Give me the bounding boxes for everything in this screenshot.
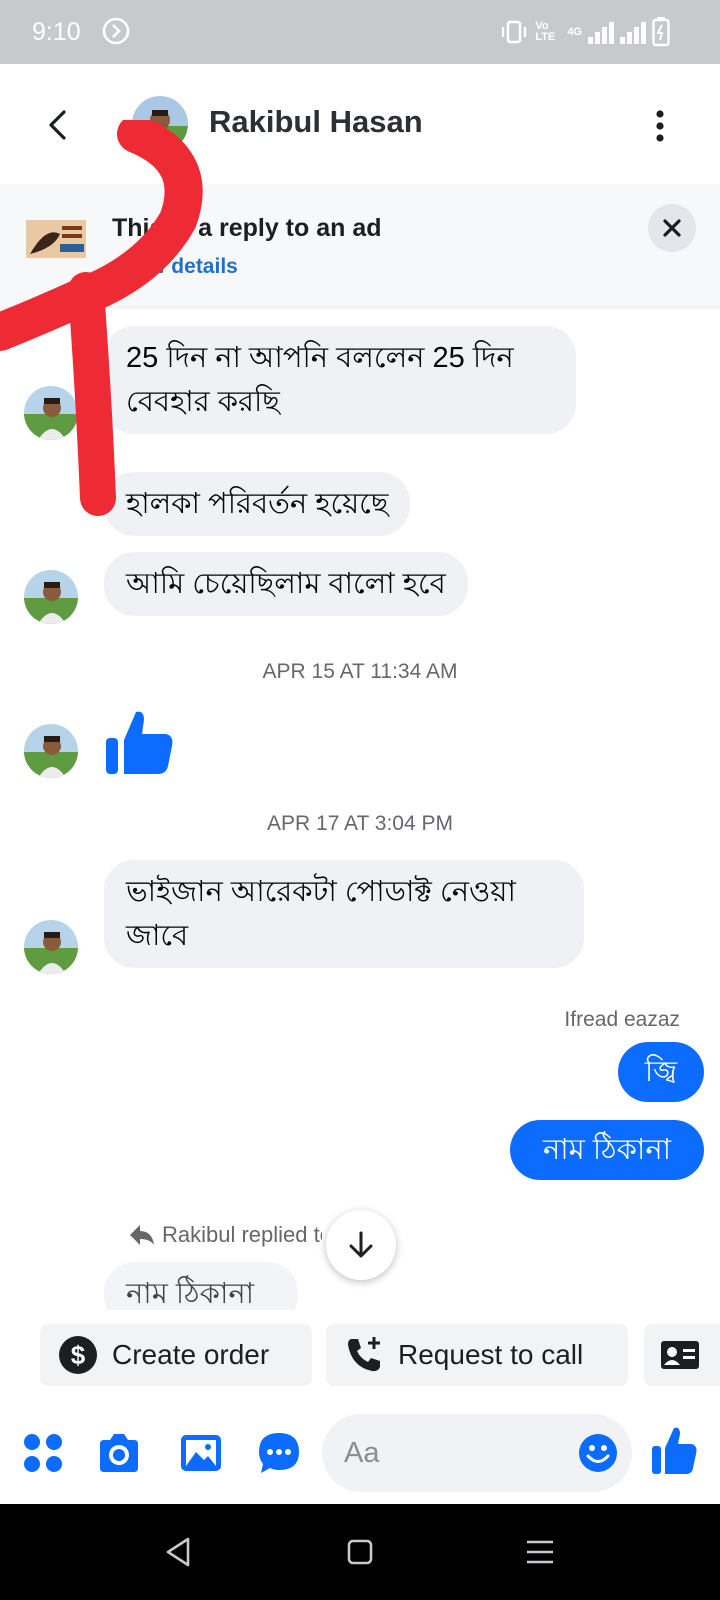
contact-card-icon (661, 1341, 699, 1369)
vibrate-icon (502, 20, 527, 44)
outgoing-message-bubble[interactable]: জ্বি (618, 1042, 704, 1102)
nav-menu-icon[interactable] (522, 1534, 558, 1570)
contact-name[interactable]: Rakibul Hasan (209, 104, 423, 140)
system-nav-bar (0, 1504, 720, 1600)
reply-arrow-icon (130, 1225, 154, 1245)
status-bar: 9:10 Vo LTE 4G (0, 0, 720, 64)
sender-avatar[interactable] (24, 570, 78, 624)
contact-card-button[interactable] (644, 1324, 720, 1386)
signal-icon (588, 22, 646, 44)
menu-grid-icon[interactable] (20, 1430, 66, 1476)
sender-avatar[interactable] (24, 724, 78, 778)
contact-avatar[interactable] (132, 96, 188, 152)
create-order-button[interactable]: $ Create order (40, 1324, 312, 1386)
battery-icon (652, 17, 670, 47)
gallery-icon[interactable] (178, 1430, 224, 1476)
request-call-label: Request to call (398, 1339, 584, 1370)
avatar-photo (24, 386, 78, 440)
arrow-down-icon (349, 1231, 373, 1258)
ad-thumbnail[interactable] (26, 220, 86, 258)
avatar-photo (132, 96, 188, 152)
quoted-message-bubble[interactable]: নাম ঠিকানা (104, 1262, 298, 1310)
phone-plus-icon (348, 1337, 380, 1372)
thumbs-up-message-icon[interactable] (104, 706, 176, 778)
sender-avatar[interactable] (24, 920, 78, 974)
sync-status-icon (102, 17, 130, 45)
request-call-button[interactable]: Request to call (326, 1324, 628, 1386)
message-bubble[interactable]: আমি চেয়েছিলাম বালো হবে (104, 552, 468, 616)
status-indicators: Vo LTE 4G (499, 16, 670, 48)
chat-bubble-icon[interactable] (256, 1430, 302, 1476)
emoji-icon[interactable] (578, 1433, 618, 1473)
dollar-icon: $ (59, 1336, 97, 1374)
avatar-photo (24, 920, 78, 974)
date-separator: APR 15 AT 11:34 AM (262, 660, 458, 683)
date-separator: APR 17 AT 3:04 PM (267, 812, 453, 835)
create-order-label: Create order (112, 1339, 270, 1370)
thumbs-up-send-icon[interactable] (650, 1424, 698, 1476)
quoted-message-clip: নাম ঠিকানা (104, 1262, 298, 1310)
message-input-placeholder: Aa (344, 1436, 380, 1469)
network-label: 4G (567, 26, 582, 38)
avatar-photo (24, 570, 78, 624)
message-bubble[interactable]: হালকা পরিবর্তন হয়েছে (104, 472, 411, 536)
reply-indicator: Rakibul replied to you (128, 1222, 322, 1248)
nav-back-icon[interactable] (160, 1534, 196, 1570)
status-time: 9:10 (32, 18, 81, 46)
svg-text:$: $ (71, 1340, 86, 1370)
volte-label: Vo LTE (535, 20, 556, 43)
message-bubble[interactable]: 25 দিন না আপনি বললেন 25 দিন বেবহার করছি (104, 326, 576, 434)
message-composer: Aa (0, 1404, 720, 1504)
more-options-icon[interactable] (642, 104, 678, 148)
close-banner-button[interactable] (648, 204, 696, 252)
close-icon (663, 219, 681, 237)
nav-home-icon[interactable] (342, 1534, 378, 1570)
view-details-link[interactable]: View details (118, 255, 238, 279)
ad-reply-title: This is a reply to an ad (112, 214, 382, 242)
outgoing-message-bubble[interactable]: নাম ঠিকানা (510, 1120, 704, 1180)
message-input[interactable]: Aa (322, 1414, 632, 1492)
chat-header: Rakibul Hasan (0, 64, 720, 184)
sender-avatar[interactable] (24, 386, 78, 440)
ad-reply-banner: This is a reply to an ad View details (0, 184, 720, 306)
quick-actions-bar: $ Create order Request to call (0, 1316, 720, 1400)
avatar-photo (24, 724, 78, 778)
message-bubble[interactable]: ভাইজান আরেকটা পোডাক্ট নেওয়া জাবে (104, 860, 584, 968)
reply-label-text: Rakibul replied to you (162, 1222, 322, 1247)
sender-name-label: Ifread eazaz (564, 1008, 680, 1031)
camera-icon[interactable] (96, 1430, 142, 1476)
ad-thumbnail-image (26, 220, 86, 258)
back-arrow-icon[interactable] (36, 100, 80, 150)
scroll-to-bottom-button[interactable] (326, 1210, 396, 1280)
